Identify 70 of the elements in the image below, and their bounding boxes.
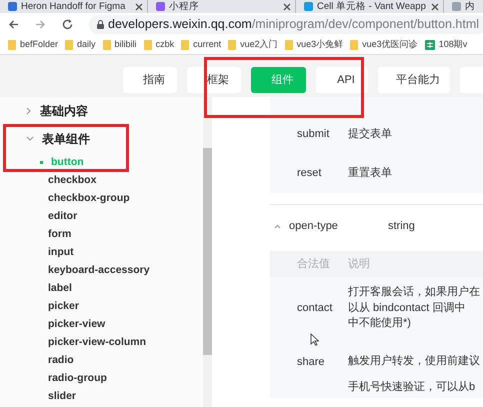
reload-icon[interactable] (62, 19, 73, 30)
sidebar-item[interactable]: radio-group (0, 369, 203, 387)
sidebar-group[interactable]: 基础内容 (0, 97, 203, 125)
chevron-up-icon (274, 224, 281, 228)
tab-icon (8, 2, 17, 11)
sheet-icon (424, 40, 435, 50)
chevron-down-icon (26, 136, 34, 142)
close-icon[interactable] (431, 2, 439, 10)
table-cell-text: 中不能使用*) (348, 316, 412, 331)
table-cell-text: submit (296, 127, 330, 142)
table-cell-text: 触发用户转发，使用前建议 (348, 354, 480, 369)
table-cell-text: reset (296, 166, 322, 182)
chevron-right-icon (26, 107, 32, 115)
folder-icon (181, 40, 190, 50)
folder-icon (8, 40, 16, 50)
folder-icon (65, 40, 74, 50)
sidebar-item[interactable]: picker-view (0, 315, 203, 333)
sidebar-item[interactable]: picker-view-column (0, 333, 203, 351)
address-bar[interactable]: developers.weixin.qq.com/miniprogram/dev/component/button.html (89, 15, 483, 34)
bookmark[interactable]: vue2入门 (228, 38, 278, 52)
bookmark[interactable]: current (181, 38, 222, 52)
nav-button[interactable]: 平台能力 (378, 67, 450, 93)
sidebar-item[interactable]: slider (0, 387, 203, 405)
bookmark[interactable]: befFolder (8, 38, 58, 52)
nav-button[interactable]: 指南 (123, 67, 177, 93)
sidebar-item[interactable]: editor (0, 207, 203, 225)
table-cell-text: 打开客服会话，如果用户在 (348, 285, 480, 300)
folder-icon (284, 40, 293, 50)
property-toggle[interactable]: open-type (270, 218, 388, 234)
tab-icon (452, 2, 461, 11)
nav-button[interactable]: 框架 (187, 67, 241, 93)
cursor-icon (310, 333, 319, 346)
sidebar-item[interactable]: label (0, 279, 203, 297)
bookmark[interactable]: daily (65, 38, 96, 52)
tab-icon (304, 2, 313, 11)
table-cell-text: 手机号快速验证，可以从b (348, 380, 476, 395)
bookmark[interactable]: bilibili (102, 38, 137, 52)
bullet-icon (40, 160, 43, 164)
sidebar-item[interactable]: checkbox (0, 171, 203, 189)
column-header: 说明 (348, 256, 370, 272)
close-icon[interactable] (135, 2, 143, 10)
table-cell: share (297, 356, 325, 368)
sidebar-item[interactable]: keyboard-accessory (0, 261, 203, 279)
sidebar-group[interactable]: 表单组件 (0, 125, 203, 153)
folder-icon (228, 40, 236, 50)
table-cell-text: 以从 bindcontact 回调中 (348, 300, 466, 316)
column-header: 合法值 (296, 256, 331, 272)
sidebar-item[interactable]: picker (0, 297, 203, 315)
property-type: string (388, 218, 415, 234)
folder-icon (350, 40, 358, 50)
bookmark[interactable]: czbk (144, 38, 174, 52)
sidebar-item[interactable]: input (0, 243, 203, 261)
sidebar-item[interactable]: form (0, 225, 203, 243)
sidebar-item[interactable]: checkbox-group (0, 189, 203, 207)
bookmark[interactable]: vue3优医问诊 (350, 38, 418, 52)
back-icon[interactable] (8, 19, 19, 30)
sidebar-item[interactable]: radio (0, 351, 203, 369)
table-cell-text: 提交表单 (348, 126, 392, 142)
close-icon[interactable] (283, 2, 291, 10)
folder-icon (102, 40, 111, 50)
table-cell: contact (297, 302, 332, 314)
folder-icon (144, 40, 152, 50)
bookmark[interactable]: 108期v (424, 38, 468, 52)
browser-tab[interactable]: 内 (444, 0, 483, 13)
nav-button[interactable]: API (316, 67, 368, 93)
scrollbar-thumb[interactable] (203, 148, 212, 355)
table-cell-text: 重置表单 (348, 166, 392, 182)
tab-icon (156, 2, 165, 11)
lock-icon (97, 20, 104, 29)
bookmark[interactable]: vue3小兔鲜 (284, 38, 344, 52)
